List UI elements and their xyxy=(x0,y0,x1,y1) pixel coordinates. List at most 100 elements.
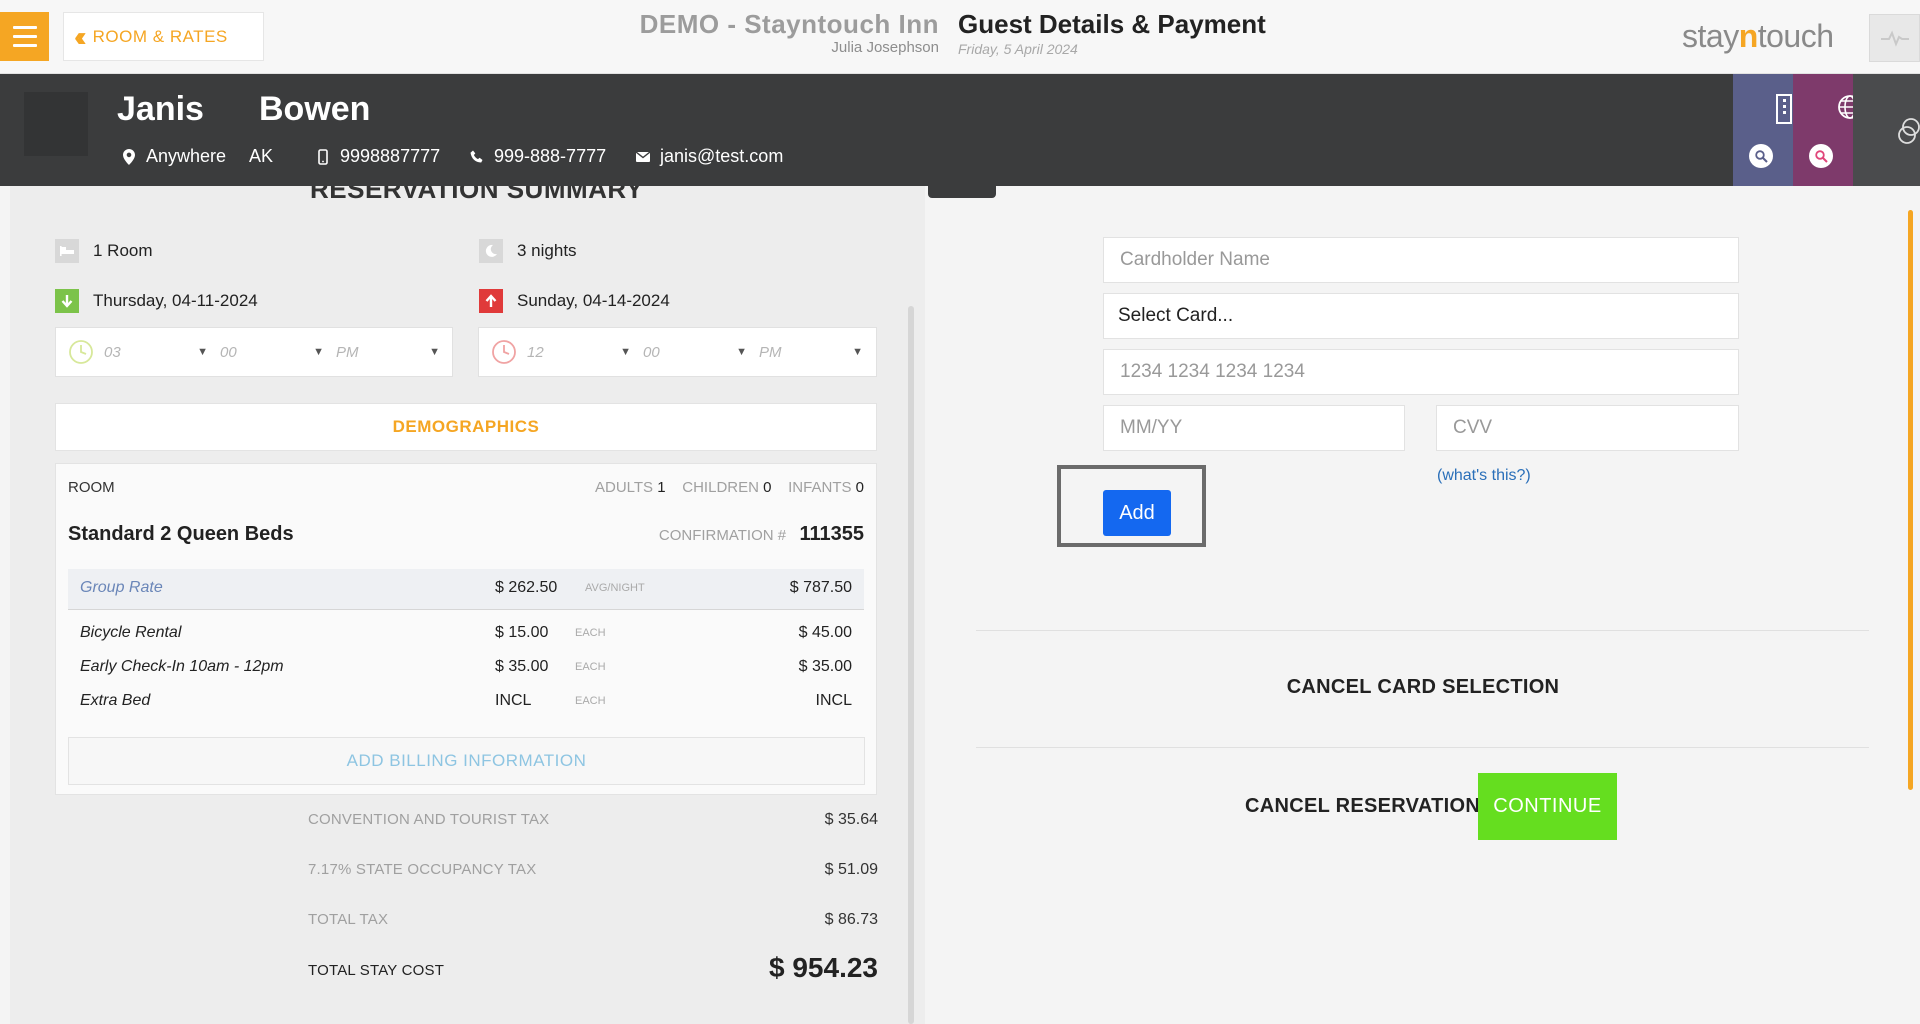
expiry-input[interactable] xyxy=(1118,416,1404,440)
double-chevron-left-icon: ‹‹ xyxy=(74,20,86,52)
cardholder-name-input[interactable] xyxy=(1118,248,1738,272)
caret-down-icon: ▼ xyxy=(429,346,440,358)
guest-tab-building[interactable] xyxy=(1733,74,1793,186)
expiry-field[interactable] xyxy=(1103,405,1405,451)
hotel-name: DEMO - Stayntouch Inn xyxy=(639,9,939,39)
guest-state: AK xyxy=(249,146,274,166)
guest-email: janis@test.com xyxy=(635,146,783,167)
departure-ampm-select[interactable]: PM ▼ xyxy=(759,344,875,361)
rate-price: $ 262.50 xyxy=(495,579,558,596)
guest-bar: Janis Bowen Anywhere AK 9998887777 999-8… xyxy=(0,74,1920,186)
cancel-reservation-button[interactable]: CANCEL RESERVATION xyxy=(1245,795,1480,818)
room-card: ROOM ADULTS 1 CHILDREN 0 INFANTS 0 Stand… xyxy=(55,463,877,795)
caret-down-icon: ▼ xyxy=(620,346,631,358)
confirmation: CONFIRMATION # 111355 xyxy=(658,523,864,545)
guest-phone: 999-888-7777 xyxy=(469,146,635,167)
rate-name: Group Rate xyxy=(80,579,163,596)
payment-scrollbar[interactable] xyxy=(1908,210,1913,790)
divider xyxy=(68,609,864,610)
addon-row: Extra Bed INCL EACH INCL xyxy=(80,692,852,709)
adults-count: 1 xyxy=(657,479,666,496)
room-type: Standard 2 Queen Beds xyxy=(68,523,294,545)
arrival-date: Thursday, 04-11-2024 xyxy=(55,289,258,313)
search-icon xyxy=(1749,144,1773,168)
card-number-input[interactable] xyxy=(1118,360,1738,384)
arrival-minute-select[interactable]: 00 ▼ xyxy=(220,344,336,361)
children-count: 0 xyxy=(763,479,772,496)
cancel-card-selection-button[interactable]: CANCEL CARD SELECTION xyxy=(926,676,1920,699)
menu-icon[interactable] xyxy=(0,12,49,61)
total-tax-label: TOTAL TAX xyxy=(308,911,389,928)
cvv-input[interactable] xyxy=(1451,416,1738,440)
departure-arrow-icon xyxy=(479,289,503,313)
divider xyxy=(976,630,1869,631)
arrival-date-label: Thursday, 04-11-2024 xyxy=(93,291,258,310)
page-title: Guest Details & Payment xyxy=(958,9,1266,39)
arrival-ampm-select[interactable]: PM ▼ xyxy=(336,344,452,361)
reservation-summary-title: RESERVATION SUMMARY xyxy=(310,186,644,204)
tax-value: $ 35.64 xyxy=(824,811,878,828)
total-stay-cost-value: $ 954.23 xyxy=(769,952,878,983)
pulse-icon[interactable] xyxy=(1869,14,1920,62)
room-label: ROOM xyxy=(68,479,115,496)
guest-contacts: Anywhere AK 9998887777 999-888-7777 jani… xyxy=(121,146,783,167)
departure-hour-select[interactable]: 12 ▼ xyxy=(527,344,643,361)
envelope-icon xyxy=(635,149,651,165)
guest-last-name[interactable]: Bowen xyxy=(259,90,370,129)
mobile-number: 9998887777 xyxy=(340,146,441,166)
card-number-field[interactable] xyxy=(1103,349,1739,395)
add-card-button[interactable]: Add xyxy=(1103,490,1171,536)
add-billing-information-button[interactable]: ADD BILLING INFORMATION xyxy=(68,737,865,785)
caret-down-icon: ▼ xyxy=(852,346,863,358)
reservation-summary-panel: RESERVATION SUMMARY 1 Room 3 nights Thur… xyxy=(10,186,925,1024)
stayntouch-logo: stayntouch xyxy=(1682,18,1834,54)
back-button-label: ROOM & RATES xyxy=(92,26,228,46)
arrival-arrow-icon xyxy=(55,289,79,313)
arrival-hour-select[interactable]: 03 ▼ xyxy=(104,344,220,361)
continue-button[interactable]: CONTINUE xyxy=(1478,773,1617,840)
guest-first-name[interactable]: Janis xyxy=(117,90,204,129)
mobile-icon xyxy=(315,148,331,165)
total-stay-cost-label: TOTAL STAY COST xyxy=(308,962,445,979)
building-icon xyxy=(1775,94,1793,129)
clock-icon xyxy=(68,339,94,365)
infants-count: 0 xyxy=(855,479,864,496)
avatar[interactable] xyxy=(24,92,88,156)
demographics-button[interactable]: DEMOGRAPHICS xyxy=(55,403,877,451)
guest-mobile: 9998887777 xyxy=(315,146,469,167)
cardholder-name-field[interactable] xyxy=(1103,237,1739,283)
tax-value: $ 51.09 xyxy=(824,861,878,878)
top-header: ‹‹ ROOM & RATES DEMO - Stayntouch Inn Ju… xyxy=(0,0,1920,74)
addon-row: Early Check-In 10am - 12pm $ 35.00 EACH … xyxy=(80,658,852,675)
circles-icon xyxy=(1897,118,1920,151)
departure-time-picker: 12 ▼ 00 ▼ PM ▼ xyxy=(478,327,877,377)
caret-down-icon: ▼ xyxy=(313,346,324,358)
departure-date-label: Sunday, 04-14-2024 xyxy=(517,291,670,310)
search-icon xyxy=(1809,144,1833,168)
payment-panel: Select Card... (what's this?) Add CANCEL… xyxy=(926,186,1920,1024)
rooms-count: 1 Room xyxy=(55,239,153,263)
departure-minute-select[interactable]: 00 ▼ xyxy=(643,344,759,361)
business-date: Friday, 5 April 2024 xyxy=(958,41,1078,57)
nights-label: 3 nights xyxy=(517,241,577,260)
page-heading: Guest Details & Payment Friday, 5 April … xyxy=(958,9,1266,57)
panel-tab-handle[interactable] xyxy=(928,186,996,198)
guest-location: Anywhere AK xyxy=(121,146,315,167)
rate-total: $ 787.50 xyxy=(789,579,852,596)
back-to-room-rates-button[interactable]: ‹‹ ROOM & RATES xyxy=(63,12,264,61)
whats-this-link[interactable]: (what's this?) xyxy=(1437,467,1531,485)
phone-icon xyxy=(469,149,485,165)
hotel-info: DEMO - Stayntouch Inn Julia Josephson xyxy=(640,9,939,56)
occupancy: ADULTS 1 CHILDREN 0 INFANTS 0 xyxy=(595,479,864,496)
moon-icon xyxy=(479,239,503,263)
guest-tab-globe[interactable] xyxy=(1793,74,1862,186)
user-name: Julia Josephson xyxy=(831,39,939,56)
select-card-dropdown[interactable]: Select Card... xyxy=(1103,293,1739,339)
caret-down-icon: ▼ xyxy=(736,346,747,358)
guest-city: Anywhere xyxy=(146,146,227,166)
cvv-field[interactable] xyxy=(1436,405,1739,451)
confirmation-number: 111355 xyxy=(799,523,864,545)
addon-row: Bicycle Rental $ 15.00 EACH $ 45.00 xyxy=(80,624,852,641)
guest-tab-more[interactable] xyxy=(1853,74,1920,186)
summary-scrollbar[interactable] xyxy=(908,306,914,1024)
